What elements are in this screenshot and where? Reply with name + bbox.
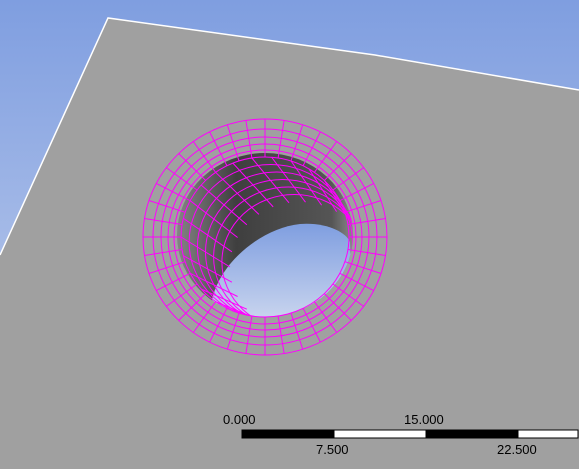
scale-bar-segment-3: [425, 429, 519, 439]
scale-label-7-5: 7.500: [316, 442, 349, 457]
scale-label-22-5: 22.500: [497, 442, 537, 457]
scale-label-15: 15.000: [404, 412, 444, 427]
scale-label-0: 0.000: [223, 412, 256, 427]
scale-bar-segment-4: [517, 429, 579, 439]
scale-bar-segment-1: [241, 429, 335, 439]
scale-bar-segment-2: [333, 429, 427, 439]
scale-bar: [241, 429, 579, 439]
graphics-viewport[interactable]: 0.000 15.000 7.500 22.500: [0, 0, 579, 469]
